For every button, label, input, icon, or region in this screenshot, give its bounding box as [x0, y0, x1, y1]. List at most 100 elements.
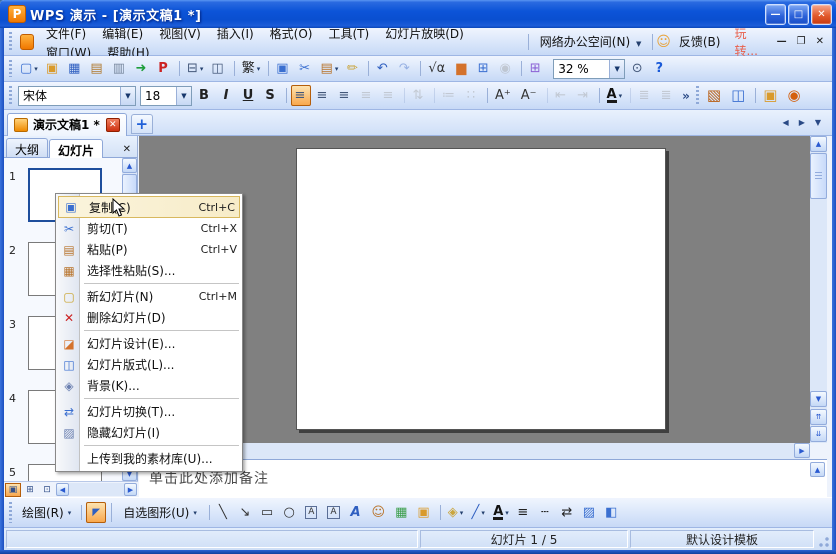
ctx-paste[interactable]: ▤ 粘贴(P) Ctrl+V — [57, 239, 241, 260]
decrease-font-button[interactable]: A⁻ — [518, 85, 542, 106]
format-painter-button[interactable]: ✏ — [343, 58, 363, 79]
toolbar-grip[interactable] — [9, 32, 12, 51]
menu-feedback[interactable]: 反馈(B) — [671, 28, 729, 55]
cut-button[interactable]: ✂ — [296, 58, 316, 79]
zoom-dropdown-icon[interactable]: ▼ — [609, 60, 624, 78]
scroll-right-icon[interactable]: ▶ — [124, 483, 137, 496]
tab-scroll-right-icon[interactable]: ▶ — [795, 115, 809, 130]
ctx-delete-slide[interactable]: ✕ 删除幻灯片(D) — [57, 307, 241, 328]
justify-button[interactable]: ≡ — [357, 85, 377, 106]
scroll-up-icon[interactable]: ▲ — [810, 462, 825, 477]
doc-restore-button[interactable]: ❐ — [792, 34, 811, 49]
font-size-dropdown-icon[interactable]: ▼ — [176, 87, 191, 105]
menu-tools[interactable]: 工具(T) — [320, 22, 377, 46]
design-template-indicator[interactable]: 默认设计模板 — [630, 530, 814, 548]
ctx-new-slide[interactable]: ▢ 新幻灯片(N) Ctrl+M — [57, 286, 241, 307]
send-mail-button[interactable]: ▤ — [87, 58, 107, 79]
toolbar-grip[interactable] — [696, 86, 699, 105]
export-pdf-button[interactable]: P — [154, 58, 174, 79]
fill-color-tool[interactable]: ◈ ▾ — [445, 502, 467, 523]
previous-slide-icon[interactable]: ⇈ — [810, 409, 827, 425]
copy-button[interactable]: ▣ — [273, 58, 293, 79]
scroll-down-icon[interactable]: ▼ — [810, 391, 827, 407]
undo-button[interactable]: ↶ — [373, 58, 393, 79]
toolbar-options-chevron[interactable]: » — [678, 89, 694, 103]
online-materials-button[interactable]: ◉ — [784, 85, 805, 106]
decrease-indent-button[interactable]: ⇤ — [552, 85, 572, 106]
ctx-upload-materials[interactable]: 上传到我的素材库(U)... — [57, 448, 241, 469]
scrollbar-thumb[interactable] — [810, 153, 827, 199]
ctx-slide-layout[interactable]: ◫ 幻灯片版式(L)... — [57, 354, 241, 375]
ctx-slide-transition[interactable]: ⇄ 幻灯片切换(T)... — [57, 401, 241, 422]
align-right-button[interactable]: ≡ — [335, 85, 355, 106]
new-slide-pane-button[interactable]: ▧ — [704, 85, 726, 106]
vertical-scrollbar[interactable]: ▲ ▼ ⇈ ⇊ — [810, 136, 827, 443]
panel-h-scrollbar[interactable]: ◀ ▶ — [56, 483, 137, 497]
insert-formula-button[interactable]: √α — [425, 58, 450, 79]
draw-menu-button[interactable]: 绘图(R) ▾ — [16, 501, 77, 524]
doc-close-button[interactable]: ✕ — [811, 34, 829, 49]
font-dropdown-icon[interactable]: ▼ — [120, 87, 135, 105]
file-package-button[interactable]: ▥ — [110, 58, 130, 79]
scroll-up-icon[interactable]: ▲ — [810, 136, 827, 152]
doc-minimize-button[interactable]: — — [772, 34, 792, 49]
align-center-button[interactable]: ≡ — [313, 85, 333, 106]
slide-layout-pane-button[interactable]: ◫ — [728, 85, 750, 106]
help-button[interactable]: ? — [650, 58, 670, 79]
ctx-hide-slide[interactable]: ▨ 隐藏幻灯片(I) — [57, 422, 241, 443]
export-button[interactable]: ➜ — [132, 58, 152, 79]
arrow-style-tool[interactable]: ⇄ — [558, 502, 578, 523]
underline-button[interactable]: U — [239, 85, 259, 106]
paragraph-spacing-button[interactable]: ≣ — [657, 85, 677, 106]
numbering-button[interactable]: ≔ — [439, 85, 460, 106]
ctx-cut[interactable]: ✂ 剪切(T) Ctrl+X — [57, 218, 241, 239]
my-materials-button[interactable]: ▣ — [760, 85, 782, 106]
document-tab[interactable]: 演示文稿1 * ✕ — [7, 113, 127, 136]
tab-outline[interactable]: 大纲 — [6, 138, 48, 157]
paste-button[interactable]: ▤ ▾ — [318, 58, 342, 79]
line-spacing-button[interactable]: ≣ — [635, 85, 655, 106]
panel-close-icon[interactable]: ✕ — [119, 142, 135, 157]
textbox-tool[interactable]: A — [302, 502, 322, 523]
font-size-combo[interactable]: 18 ▼ — [140, 86, 192, 106]
insert-chart-button[interactable]: ▆ — [452, 58, 472, 79]
arrow-tool[interactable]: ↘ — [236, 502, 256, 523]
maximize-button[interactable]: □ — [788, 4, 809, 25]
menu-net-office[interactable]: 网络办公空间(N) ▼ — [532, 28, 650, 55]
line-color-tool[interactable]: ╱ ▾ — [468, 502, 488, 523]
toolbar-grip[interactable] — [9, 502, 12, 522]
toolbar-grip[interactable] — [9, 86, 12, 105]
minimize-button[interactable]: — — [765, 4, 786, 25]
line-tool[interactable]: ╲ — [214, 502, 234, 523]
wordart-tool[interactable]: A — [347, 502, 367, 523]
slideshow-view-button[interactable]: ⊡ — [39, 483, 55, 497]
find-button[interactable]: ⊙ — [628, 58, 648, 79]
grid-button[interactable]: ⊞ — [526, 58, 546, 79]
normal-view-button[interactable]: ▣ — [5, 483, 21, 497]
font-color-button[interactable]: A ▾ — [604, 85, 626, 106]
text-shadow-button[interactable]: S — [261, 85, 281, 106]
toolbar-grip[interactable] — [9, 60, 12, 78]
distribute-button[interactable]: ≡ — [379, 85, 399, 106]
tab-list-icon[interactable]: ▼ — [811, 115, 825, 130]
ctx-copy[interactable]: ▣ 复制(C) Ctrl+C — [58, 196, 240, 218]
next-slide-icon[interactable]: ⇊ — [810, 426, 827, 442]
select-tool[interactable]: ◤ — [86, 502, 106, 523]
autoshapes-menu-button[interactable]: 自选图形(U) ▾ — [116, 500, 204, 525]
increase-font-button[interactable]: A⁺ — [492, 85, 516, 106]
bullets-button[interactable]: ∷ — [462, 85, 482, 106]
new-document-button[interactable]: ▢ ▾ — [17, 58, 41, 79]
font-name-combo[interactable]: 宋体 ▼ — [18, 86, 136, 106]
print-preview-button[interactable]: ◫ — [208, 58, 228, 79]
slide-sorter-view-button[interactable]: ⊞ — [22, 483, 38, 497]
simplified-to-traditional-button[interactable]: 繁 ▾ — [239, 58, 264, 79]
picture-tool[interactable]: ▦ — [392, 502, 412, 523]
align-left-button[interactable]: ≡ — [291, 85, 311, 106]
save-button[interactable]: ▦ — [65, 58, 85, 79]
increase-indent-button[interactable]: ⇥ — [574, 85, 594, 106]
insert-table-button[interactable]: ⊞ — [474, 58, 494, 79]
print-button[interactable]: ⊟ ▾ — [184, 58, 206, 79]
menu-insert[interactable]: 插入(I) — [209, 22, 262, 46]
close-button[interactable]: ✕ — [811, 4, 832, 25]
materials-tool[interactable]: ▣ — [414, 502, 434, 523]
